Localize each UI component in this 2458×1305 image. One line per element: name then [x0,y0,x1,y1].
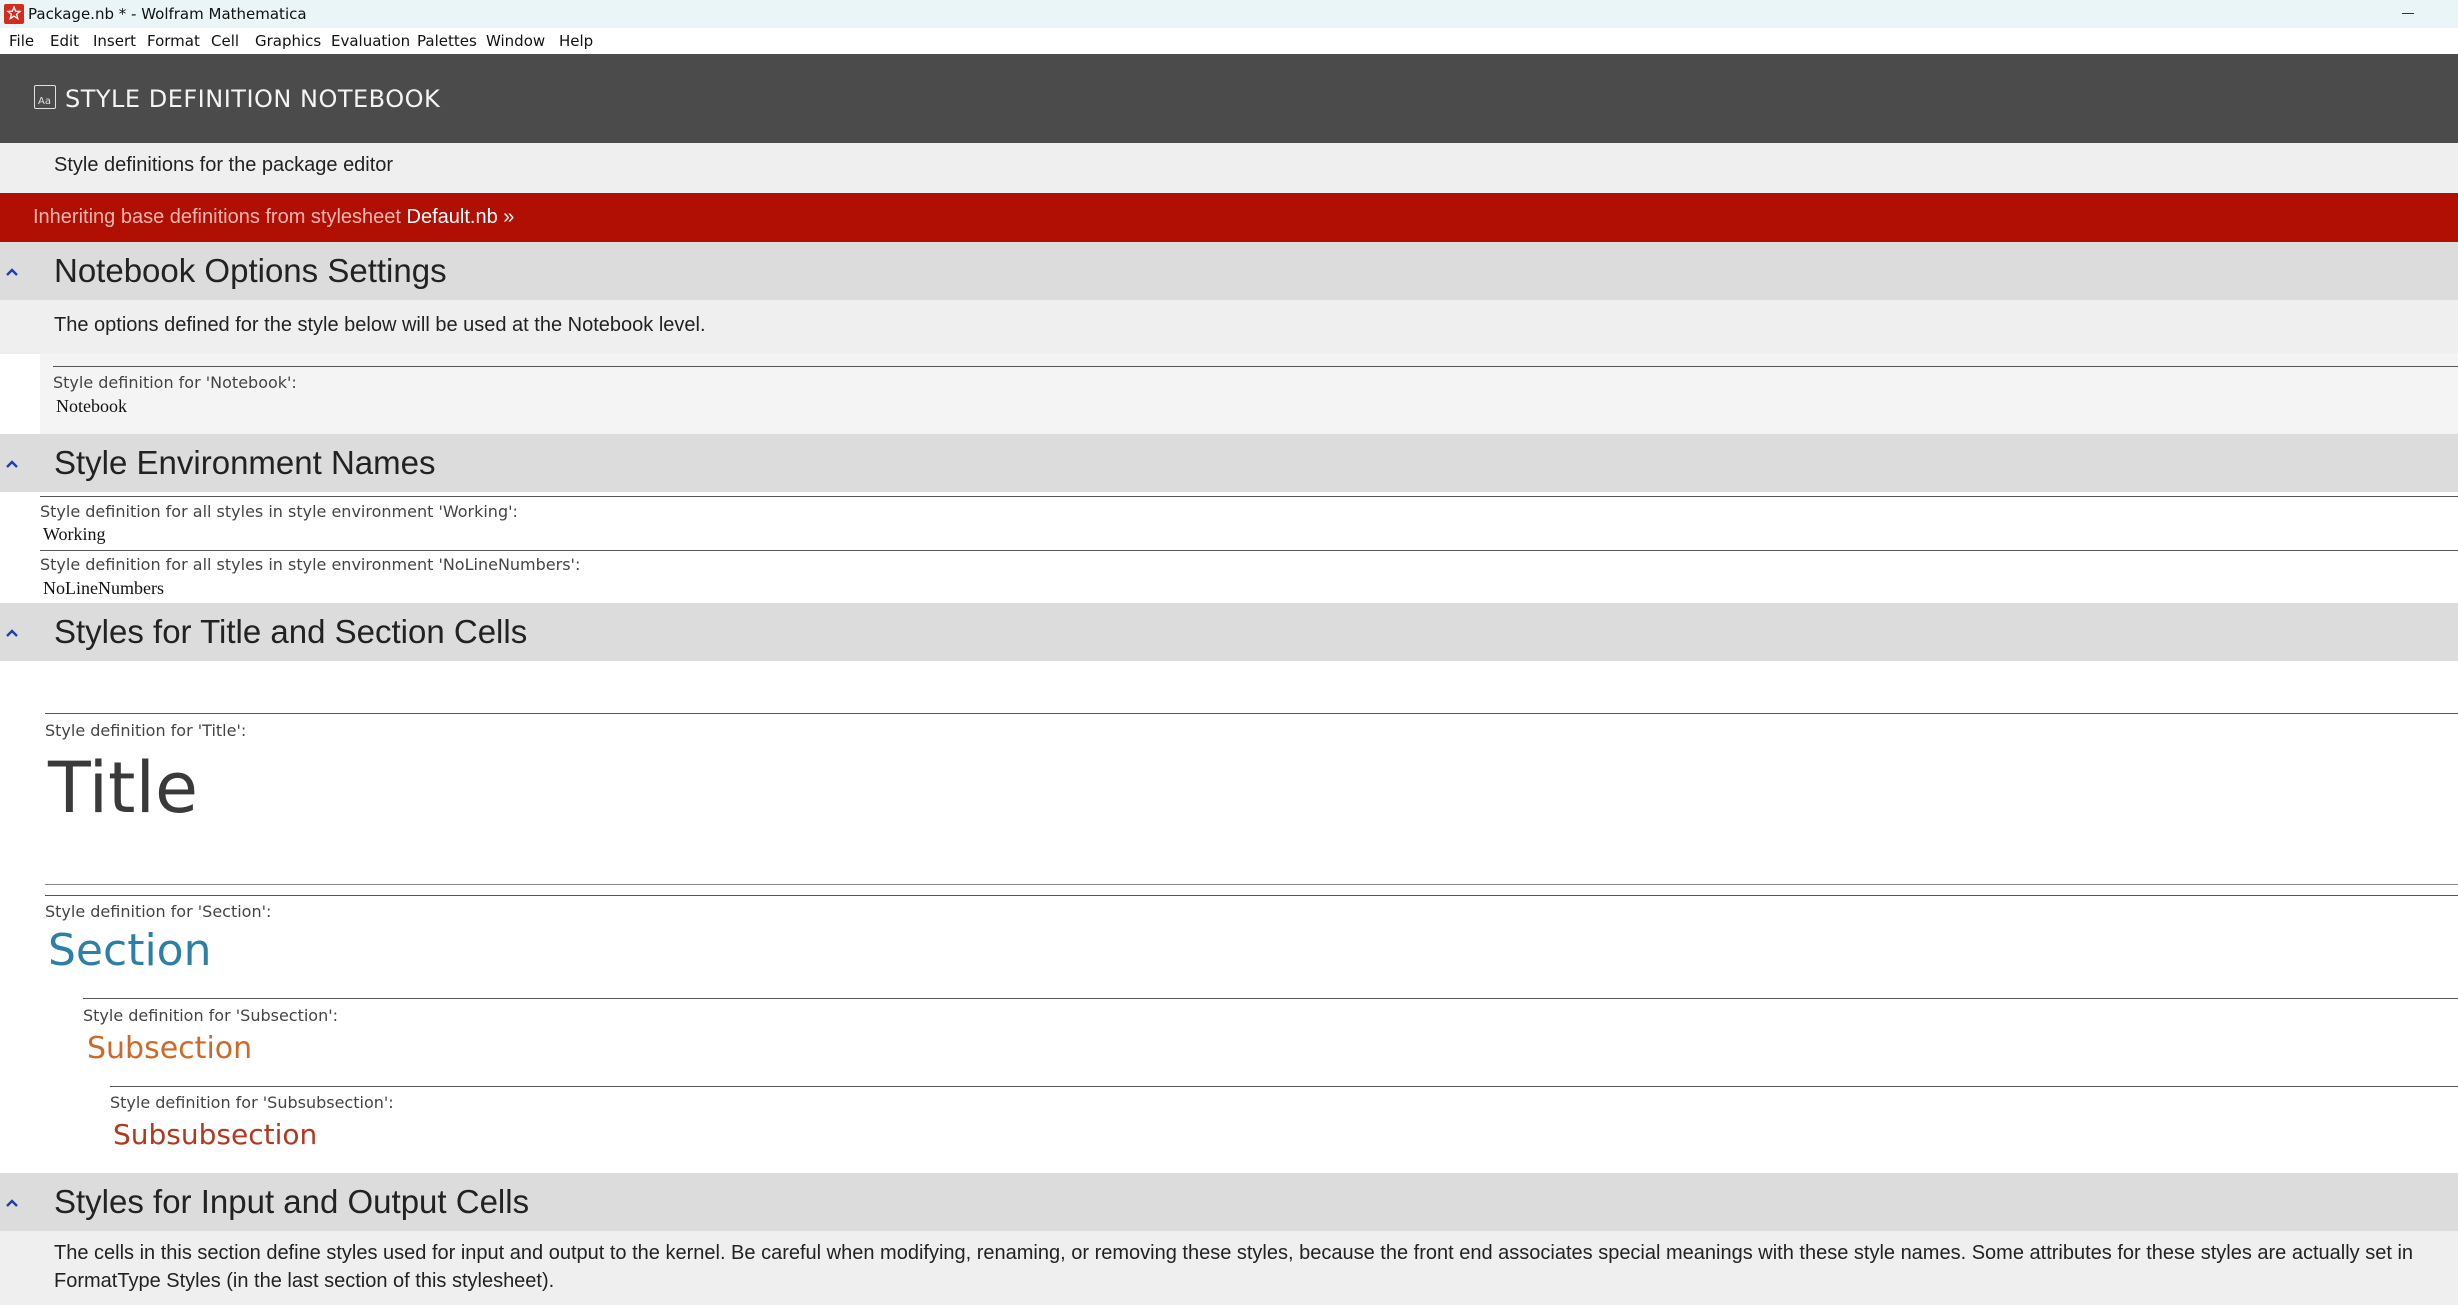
env-working-label: Style definition for all styles in style… [40,502,518,521]
env-nolinenumbers-value[interactable]: NoLineNumbers [43,578,164,599]
cell-divider [110,1086,2458,1087]
collapse-chevron-icon[interactable] [4,1195,20,1211]
cell-divider [45,884,2458,885]
subtitle-row: Style definitions for the package editor [0,143,2458,193]
default-nb-link[interactable]: Default.nb » [407,206,515,228]
notebook-style-cell[interactable]: Style definition for 'Notebook': Noteboo… [40,354,2458,434]
menu-bar: File Edit Insert Format Cell Graphics Ev… [0,28,2458,54]
title-style-sample[interactable]: Title [48,747,198,829]
subsection-style-label: Style definition for 'Subsection': [83,1006,339,1025]
collapse-chevron-icon[interactable] [4,625,20,641]
section-notebook-options[interactable]: Notebook Options Settings [0,242,2458,300]
env-working-value[interactable]: Working [43,524,106,545]
menu-edit[interactable]: Edit [50,32,79,50]
inherit-text: Inheriting base definitions from stylesh… [33,206,514,229]
cell-divider [53,366,2458,367]
section-title-section-cells[interactable]: Styles for Title and Section Cells [0,603,2458,661]
description-line-2: FormatType Styles (in the last section o… [54,1270,555,1292]
section-style-sample[interactable]: Section [48,925,211,976]
inherit-prefix: Inheriting base definitions from stylesh… [33,206,401,228]
menu-help[interactable]: Help [559,32,593,50]
cell-divider [40,496,2458,497]
def-label: Style definition for 'Notebook': [53,373,297,392]
menu-window[interactable]: Window [486,32,545,50]
io-section-description: The cells in this section define styles … [0,1231,2458,1305]
collapse-chevron-icon[interactable] [4,264,20,280]
collapse-chevron-icon[interactable] [4,456,20,472]
menu-graphics[interactable]: Graphics [255,32,321,50]
section-input-output-cells[interactable]: Styles for Input and Output Cells [0,1173,2458,1231]
section-title: Notebook Options Settings [54,252,447,289]
notebook-title: STYLE DEFINITION NOTEBOOK [65,85,441,113]
menu-format[interactable]: Format [147,32,200,50]
notebook-options-description: The options defined for the style below … [0,300,2458,354]
inherit-banner: Inheriting base definitions from stylesh… [0,193,2458,242]
minimize-button[interactable] [2396,0,2420,28]
cell-divider [40,550,2458,551]
section-title: Style Environment Names [54,444,436,481]
def-value: Notebook [56,396,127,416]
section-title: Styles for Title and Section Cells [54,613,528,650]
title-style-label: Style definition for 'Title': [45,721,247,740]
stylesheet-icon: Aa [34,85,56,109]
subsubsection-style-label: Style definition for 'Subsubsection': [110,1093,394,1112]
menu-insert[interactable]: Insert [93,32,136,50]
menu-cell[interactable]: Cell [211,32,239,50]
cell-divider [45,895,2458,896]
section-title: Styles for Input and Output Cells [54,1183,530,1220]
cell-divider [83,998,2458,999]
window-titlebar: Package.nb * - Wolfram Mathematica [0,0,2458,28]
menu-evaluation[interactable]: Evaluation [331,32,410,50]
subsection-style-sample[interactable]: Subsection [87,1031,252,1066]
notebook-subtitle: Style definitions for the package editor [54,154,394,176]
window-title: Package.nb * - Wolfram Mathematica [28,5,307,23]
cell-divider [45,713,2458,714]
env-nolinenumbers-label: Style definition for all styles in style… [40,555,581,574]
notebook-header: Aa STYLE DEFINITION NOTEBOOK [0,54,2458,143]
menu-file[interactable]: File [9,32,34,50]
description-text: The options defined for the style below … [54,314,706,336]
cell-gutter [0,354,40,434]
mathematica-logo-icon [4,4,24,24]
section-style-label: Style definition for 'Section': [45,902,272,921]
subsubsection-style-sample[interactable]: Subsubsection [113,1118,317,1151]
menu-palettes[interactable]: Palettes [417,32,477,50]
description-line-1: The cells in this section define styles … [54,1242,2414,1264]
section-environment-names[interactable]: Style Environment Names [0,434,2458,492]
